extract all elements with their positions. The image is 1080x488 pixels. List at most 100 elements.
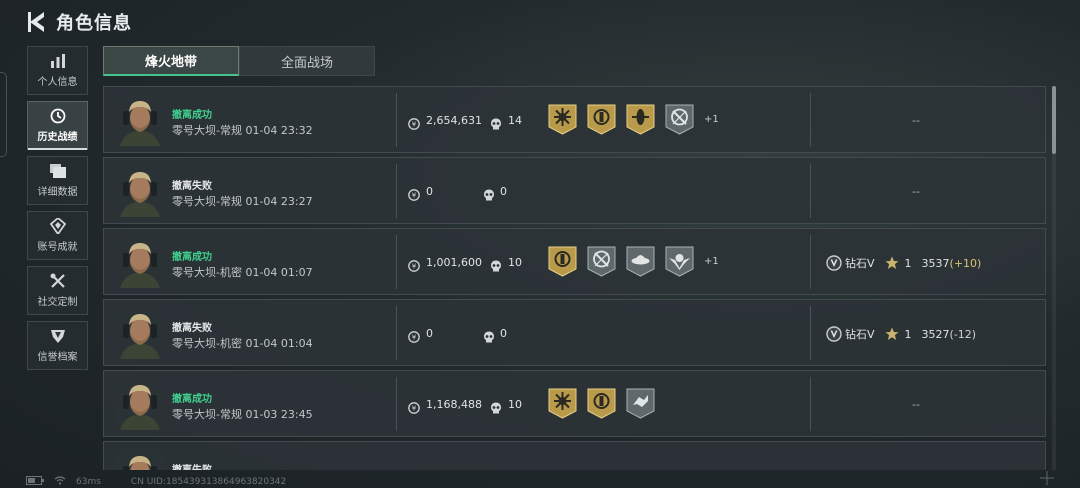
silver-wings-badge[interactable] xyxy=(665,246,694,277)
coin-value: 1,001,600 xyxy=(426,256,482,269)
map-and-time: 零号大坝-常规 01-04 23:27 xyxy=(172,195,313,208)
silver-disc-badge[interactable] xyxy=(626,246,655,277)
match-row[interactable]: 撤离失败 零号大坝-机密 01-04 01:04 ¥ 0 0 钻石V 1 352… xyxy=(103,299,1046,366)
ping-value: 63ms xyxy=(76,477,101,487)
operator-avatar xyxy=(116,96,164,146)
divider xyxy=(396,377,397,431)
diamond-rank-icon xyxy=(826,326,842,342)
divider xyxy=(810,164,811,218)
history-icon xyxy=(49,108,67,124)
gold-sun-badge[interactable] xyxy=(548,388,577,419)
extraction-status: 撤离成功 xyxy=(172,110,212,121)
gold-crest-badge[interactable] xyxy=(548,246,577,277)
star-icon xyxy=(885,327,899,341)
extraction-status: 撤离成功 xyxy=(172,252,212,263)
achievement-icon xyxy=(49,218,67,234)
divider xyxy=(396,164,397,218)
silver-crossed-badge[interactable] xyxy=(665,104,694,135)
kill-count: 0 xyxy=(500,185,507,198)
silver-crossed-badge[interactable] xyxy=(587,246,616,277)
rank-delta: (+10) xyxy=(949,256,982,270)
divider xyxy=(810,235,811,289)
kill-count: 0 xyxy=(500,327,507,340)
rank-tier: 钻石V xyxy=(845,328,875,341)
side-drawer-handle[interactable] xyxy=(0,72,7,157)
match-row[interactable]: 撤离失败 xyxy=(103,441,1046,470)
player-uid: CN UID:185439313864963820342 xyxy=(130,477,287,487)
crosshair-plus-icon xyxy=(1040,470,1054,485)
star-icon xyxy=(885,256,899,270)
svg-text:¥: ¥ xyxy=(412,405,417,413)
status-footer: 63ms CN UID:185439313864963820342 xyxy=(26,476,286,488)
map-and-time: 零号大坝-常规 01-03 23:45 xyxy=(172,408,313,421)
extraction-status: 撤离成功 xyxy=(172,394,212,405)
rank-score: 3537 xyxy=(921,256,950,270)
sidebar-item-label: 社交定制 xyxy=(37,297,78,308)
rank-stars: 1 xyxy=(904,327,912,341)
gold-sun-badge[interactable] xyxy=(548,104,577,135)
sidebar-item-profile[interactable]: 个人信息 xyxy=(27,46,88,95)
kill-count: 14 xyxy=(508,114,522,127)
diamond-rank-icon xyxy=(826,255,842,271)
coin-value: 0 xyxy=(426,185,433,198)
coin-icon: ¥ xyxy=(408,257,420,272)
coin-icon: ¥ xyxy=(408,399,420,414)
sidebar-item-credit[interactable]: 信誉档案 xyxy=(27,321,88,370)
map-and-time: 零号大坝-常规 01-04 23:32 xyxy=(172,124,313,137)
divider xyxy=(810,306,811,360)
tab-full-battlefield[interactable]: 全面战场 xyxy=(239,46,375,76)
sidebar-item-details[interactable]: 详细数据 xyxy=(27,156,88,205)
match-row[interactable]: 撤离成功 零号大坝-常规 01-04 23:32 ¥ 2,654,631 14 … xyxy=(103,86,1046,153)
extraction-status: 撤离失败 xyxy=(172,181,212,192)
operator-avatar xyxy=(116,451,164,470)
sidebar-item-label: 账号成就 xyxy=(37,242,78,253)
coin-icon: ¥ xyxy=(408,328,420,343)
kill-count: 10 xyxy=(508,398,522,411)
scroll-thumb[interactable] xyxy=(1052,86,1056,154)
gold-crest-badge[interactable] xyxy=(587,104,616,135)
rank-tier: 钻石V xyxy=(845,257,875,270)
divider xyxy=(810,93,811,147)
operator-avatar xyxy=(116,167,164,217)
gold-pod-badge[interactable] xyxy=(626,104,655,135)
silver-bolt-badge[interactable] xyxy=(626,388,655,419)
sidebar-item-achievements[interactable]: 账号成就 xyxy=(27,211,88,260)
rank-empty: -- xyxy=(912,114,920,127)
match-row[interactable]: 撤离成功 零号大坝-常规 01-03 23:45 ¥ 1,168,488 10 … xyxy=(103,370,1046,437)
sidebar-item-label: 历史战绩 xyxy=(37,132,78,143)
divider xyxy=(396,93,397,147)
sidebar: 个人信息 历史战绩 详细数据 账号成就 社交定制 信誉档案 xyxy=(27,46,88,376)
tools-icon xyxy=(49,273,67,289)
skull-icon xyxy=(490,115,502,130)
svg-text:¥: ¥ xyxy=(412,192,417,200)
match-history-list: 撤离成功 零号大坝-常规 01-04 23:32 ¥ 2,654,631 14 … xyxy=(103,86,1046,470)
gold-crest-badge[interactable] xyxy=(587,388,616,419)
tab-firezone[interactable]: 烽火地带 xyxy=(103,46,239,76)
more-badges[interactable]: +1 xyxy=(704,256,719,267)
sidebar-item-history[interactable]: 历史战绩 xyxy=(27,101,88,150)
more-badges[interactable]: +1 xyxy=(704,114,719,125)
battery-icon xyxy=(26,476,44,488)
coin-value: 0 xyxy=(426,327,433,340)
sidebar-item-label: 信誉档案 xyxy=(37,352,78,363)
svg-text:¥: ¥ xyxy=(412,334,417,342)
sidebar-item-label: 个人信息 xyxy=(37,77,78,88)
rank-info: 钻石V 1 3527 (-12) xyxy=(826,326,976,342)
sidebar-item-label: 详细数据 xyxy=(37,187,78,198)
back-arrow-icon[interactable] xyxy=(26,11,48,33)
map-and-time: 零号大坝-机密 01-04 01:04 xyxy=(172,337,313,350)
sidebar-item-social[interactable]: 社交定制 xyxy=(27,266,88,315)
match-row[interactable]: 撤离失败 零号大坝-常规 01-04 23:27 ¥ 0 0 -- xyxy=(103,157,1046,224)
shield-icon xyxy=(49,328,67,344)
skull-icon xyxy=(483,328,495,343)
header-bar: 角色信息 xyxy=(0,0,1080,42)
mode-tabs: 烽火地带 全面战场 xyxy=(103,46,375,76)
rank-empty: -- xyxy=(912,185,920,198)
operator-avatar xyxy=(116,238,164,288)
badge-list: +1 xyxy=(548,246,719,277)
folder-icon xyxy=(49,163,67,179)
list-scrollbar[interactable] xyxy=(1052,86,1056,470)
match-row[interactable]: 撤离成功 零号大坝-机密 01-04 01:07 ¥ 1,001,600 10 … xyxy=(103,228,1046,295)
extraction-status: 撤离失败 xyxy=(172,461,212,470)
coin-value: 2,654,631 xyxy=(426,114,482,127)
